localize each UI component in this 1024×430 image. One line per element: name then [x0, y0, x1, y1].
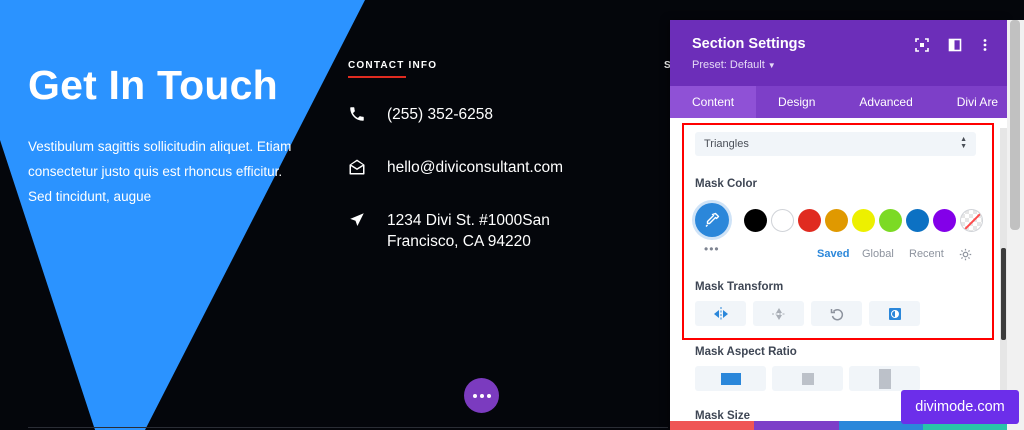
panel-scrollbar-thumb[interactable]	[1001, 248, 1006, 340]
contact-underline	[348, 76, 406, 78]
section-divider	[28, 427, 668, 428]
watermark: divimode.com	[901, 390, 1019, 424]
flip-horizontal-button[interactable]	[695, 301, 746, 326]
hero-title: Get In Touch	[28, 62, 278, 108]
cancel-action[interactable]	[670, 421, 755, 430]
landscape-icon	[720, 372, 741, 385]
section-settings-panel: Section Settings Preset: Default ▼ Conten…	[670, 20, 1007, 430]
mask-style-value: Triangles	[704, 138, 749, 150]
gear-icon[interactable]	[959, 248, 972, 261]
flip-horizontal-icon	[713, 306, 728, 321]
aspect-square-button[interactable]	[772, 366, 843, 391]
dot-icon	[486, 393, 491, 398]
preset-selector[interactable]: Preset: Default ▼	[692, 59, 776, 71]
invert-button[interactable]	[869, 301, 920, 326]
flip-vertical-button[interactable]	[753, 301, 804, 326]
tab-divi-areas[interactable]: Divi Are	[935, 86, 1007, 118]
panel-body: Triangles ▲ ▼ Mask Color ••• Saved Global…	[670, 118, 1007, 430]
contact-phone[interactable]: (255) 352-6258	[387, 104, 493, 125]
contact-address: 1234 Divi St. #1000San Francisco, CA 942…	[387, 210, 550, 252]
swatch-white[interactable]	[771, 209, 794, 232]
rotate-button[interactable]	[811, 301, 862, 326]
swatch-no-color[interactable]	[960, 209, 983, 232]
mask-color-label: Mask Color	[695, 178, 757, 190]
select-arrows-icon: ▲ ▼	[960, 136, 967, 150]
portrait-icon	[878, 368, 891, 389]
color-tab-saved[interactable]: Saved	[817, 248, 849, 260]
invert-icon	[888, 307, 901, 320]
location-arrow-icon	[350, 213, 364, 226]
contact-email[interactable]: hello@diviconsultant.com	[387, 157, 563, 178]
tab-design[interactable]: Design	[756, 86, 837, 118]
mask-aspect-buttons	[695, 366, 926, 391]
preset-label: Preset: Default	[692, 59, 765, 71]
eyedropper-icon	[705, 212, 720, 227]
panel-tabs: Content Design Advanced Divi Are	[670, 86, 1007, 118]
builder-more-button[interactable]	[464, 378, 499, 413]
contact-address-row: 1234 Divi St. #1000San Francisco, CA 942…	[348, 210, 550, 252]
panel-title: Section Settings	[692, 36, 806, 52]
tab-content[interactable]: Content	[670, 86, 757, 118]
tab-advanced[interactable]: Advanced	[837, 86, 934, 118]
color-picker-button[interactable]	[695, 203, 729, 237]
swatch-purple[interactable]	[933, 209, 956, 232]
flip-vertical-icon	[771, 307, 786, 320]
dot-icon	[472, 393, 477, 398]
phone-icon	[350, 107, 364, 121]
undo-action[interactable]	[754, 421, 839, 430]
address-line-2: Francisco, CA 94220	[387, 233, 531, 250]
dot-icon	[479, 393, 484, 398]
aspect-landscape-button[interactable]	[695, 366, 766, 391]
rotate-icon	[830, 308, 843, 320]
aspect-portrait-button[interactable]	[849, 366, 920, 391]
contact-heading: CONTACT INFO	[348, 60, 438, 71]
swatch-green[interactable]	[879, 209, 902, 232]
fullscreen-icon[interactable]	[915, 38, 929, 52]
panel-header: Section Settings Preset: Default ▼	[670, 20, 1007, 86]
kebab-menu-icon[interactable]	[978, 38, 992, 52]
swatch-orange[interactable]	[825, 209, 848, 232]
mask-style-select[interactable]: Triangles ▲ ▼	[695, 132, 976, 156]
swatch-black[interactable]	[744, 209, 767, 232]
more-colors-icon[interactable]: •••	[704, 242, 720, 256]
swatch-blue[interactable]	[906, 209, 929, 232]
contact-phone-row: (255) 352-6258	[348, 104, 493, 125]
color-tab-recent[interactable]: Recent	[909, 248, 944, 260]
mask-transform-buttons	[695, 301, 920, 326]
hero-text: Vestibulum sagittis sollicitudin aliquet…	[28, 139, 292, 204]
swatch-red[interactable]	[798, 209, 821, 232]
swatch-yellow[interactable]	[852, 209, 875, 232]
mask-transform-label: Mask Transform	[695, 281, 784, 293]
split-view-icon[interactable]	[948, 38, 962, 52]
envelope-open-icon	[349, 159, 365, 175]
color-swatches	[744, 209, 983, 232]
square-icon	[801, 372, 814, 385]
page-scrollbar-thumb[interactable]	[1010, 20, 1020, 230]
mask-aspect-ratio-label: Mask Aspect Ratio	[695, 346, 797, 358]
color-tab-global[interactable]: Global	[862, 248, 894, 260]
caret-down-icon: ▼	[767, 61, 776, 70]
address-line-1: 1234 Divi St. #1000San	[387, 212, 550, 229]
contact-email-row: hello@diviconsultant.com	[348, 157, 563, 178]
